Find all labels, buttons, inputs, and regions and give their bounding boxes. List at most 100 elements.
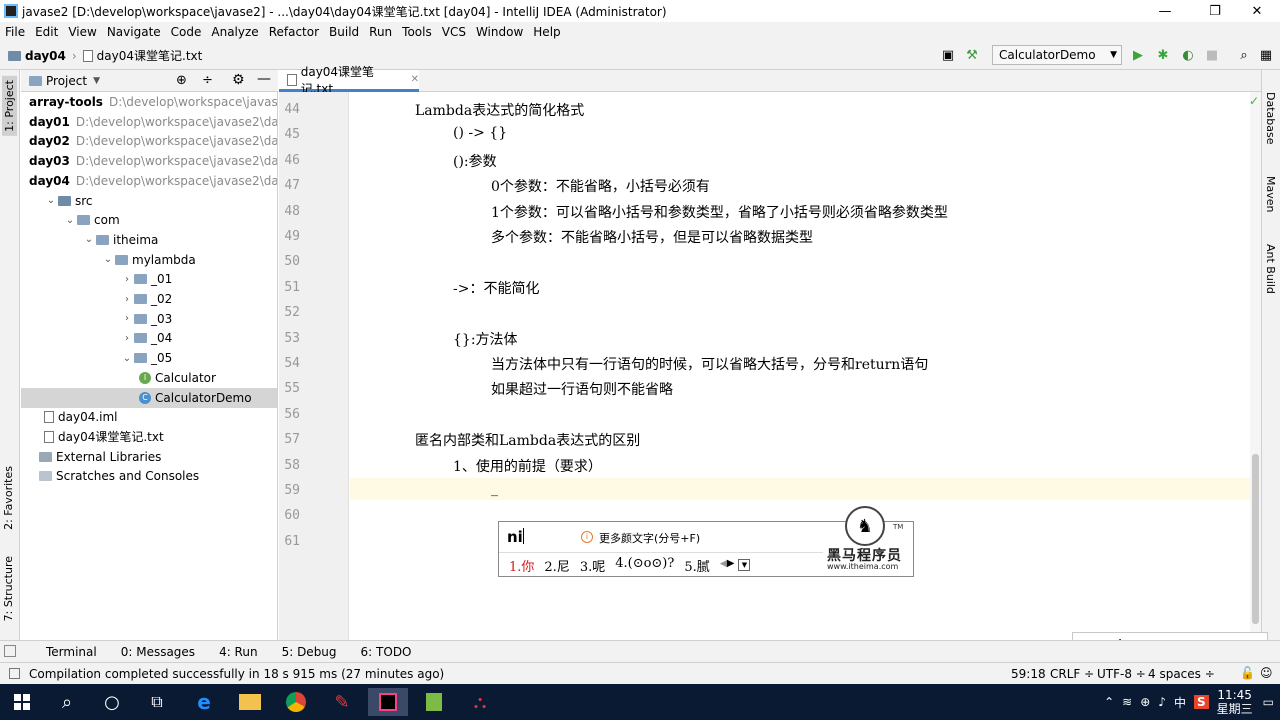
tab-favorites[interactable]: 2: Favorites: [2, 466, 15, 530]
volume-icon[interactable]: ♪: [1158, 695, 1166, 709]
search-icon[interactable]: ⌕: [47, 688, 87, 716]
expand-icon[interactable]: ▼: [738, 559, 751, 571]
tab-ant-build[interactable]: Ant Build: [1264, 244, 1277, 294]
tree-item[interactable]: day04课堂笔记.txt: [21, 427, 277, 447]
tree-item[interactable]: day03 D:\develop\workspace\javase2\day03: [21, 151, 277, 171]
tab-day04-notes[interactable]: day04课堂笔记.txt ✕: [279, 65, 419, 96]
chevron-right-icon[interactable]: ›: [120, 294, 134, 305]
tree-item[interactable]: › _04: [21, 328, 277, 348]
tree-item[interactable]: ⌄ src: [21, 191, 277, 211]
tree-item[interactable]: day04.iml: [21, 407, 277, 427]
menu-vcs[interactable]: VCS: [437, 25, 471, 39]
caret-position[interactable]: 59:18: [1011, 667, 1046, 681]
search-icon[interactable]: ⌕: [1236, 47, 1252, 63]
chevron-down-icon[interactable]: ⌄: [63, 215, 77, 226]
tree-item[interactable]: Scratches and Consoles: [21, 466, 277, 486]
scrollbar-thumb[interactable]: [1252, 454, 1259, 624]
chevron-down-icon[interactable]: ⌄: [120, 353, 134, 364]
pdf-icon[interactable]: ⛬: [460, 688, 500, 716]
close-tab-icon[interactable]: ✕: [411, 74, 419, 85]
ime-candidate[interactable]: 1.你: [509, 556, 534, 575]
indent-setting[interactable]: 4 spaces ÷: [1148, 667, 1215, 681]
prev-page-icon[interactable]: ◀: [720, 559, 727, 575]
tree-item[interactable]: ⌄ itheima: [21, 230, 277, 250]
breadcrumb-module[interactable]: day04: [25, 49, 66, 63]
menu-build[interactable]: Build: [324, 25, 364, 39]
menu-view[interactable]: View: [63, 25, 101, 39]
chevron-down-icon[interactable]: ▼: [93, 76, 100, 86]
line-separator[interactable]: CRLF ÷: [1050, 667, 1094, 681]
build-hammer-icon[interactable]: ⚒: [964, 47, 980, 63]
menu-file[interactable]: File: [0, 25, 30, 39]
locate-icon[interactable]: ⊕: [176, 73, 187, 88]
tray-ime-lang[interactable]: 中: [1174, 694, 1186, 711]
tab-messages[interactable]: 0: Messages: [121, 645, 195, 659]
tree-item[interactable]: day04 D:\develop\workspace\javase2\day04: [21, 171, 277, 191]
menu-navigate[interactable]: Navigate: [102, 25, 166, 39]
chevron-right-icon[interactable]: ›: [120, 333, 134, 344]
chevron-down-icon[interactable]: ⌄: [44, 195, 58, 206]
tab-maven[interactable]: Maven: [1264, 176, 1277, 212]
run-icon[interactable]: ▶: [1130, 47, 1146, 63]
grid-icon[interactable]: ▦: [1258, 47, 1274, 63]
notifications-icon[interactable]: ▭: [1263, 695, 1274, 709]
tree-item[interactable]: I Calculator: [21, 368, 277, 388]
notepad-icon[interactable]: [414, 688, 454, 716]
ime-candidate[interactable]: 5.腻: [684, 556, 709, 575]
run-config-select[interactable]: CalculatorDemo ▼: [992, 45, 1122, 65]
project-structure-icon[interactable]: ▣: [940, 47, 956, 63]
lock-icon[interactable]: 🔓: [1240, 666, 1255, 680]
tree-item[interactable]: › _03: [21, 309, 277, 329]
tree-item[interactable]: External Libraries: [21, 447, 277, 467]
chrome-icon[interactable]: [276, 688, 316, 716]
tree-item[interactable]: ⌄ mylambda: [21, 250, 277, 270]
windows-start-icon[interactable]: [2, 688, 42, 716]
close-button[interactable]: ✕: [1234, 0, 1280, 22]
chevron-right-icon[interactable]: ›: [120, 313, 134, 324]
ime-candidate[interactable]: 3.呢: [580, 556, 605, 575]
chevron-right-icon[interactable]: ›: [120, 274, 134, 285]
wifi-icon[interactable]: ≋: [1122, 695, 1132, 709]
show-hidden-icon[interactable]: ⌃: [1104, 695, 1114, 709]
gear-icon[interactable]: ⚙: [232, 72, 245, 88]
collapse-icon[interactable]: ÷: [202, 73, 213, 88]
tab-todo[interactable]: 6: TODO: [361, 645, 412, 659]
menu-tools[interactable]: Tools: [397, 25, 437, 39]
tree-item[interactable]: ⌄ com: [21, 210, 277, 230]
cortana-icon[interactable]: ○: [92, 688, 132, 716]
intellij-icon[interactable]: [368, 688, 408, 716]
breadcrumb-file[interactable]: day04课堂笔记.txt: [97, 47, 203, 64]
next-page-icon[interactable]: ▶: [727, 558, 735, 575]
coverage-icon[interactable]: ◐: [1180, 47, 1196, 63]
network-icon[interactable]: ⊕: [1140, 695, 1150, 709]
tree-item[interactable]: array-tools D:\develop\workspace\javase2\…: [21, 92, 277, 112]
tab-debug[interactable]: 5: Debug: [282, 645, 337, 659]
vertical-scrollbar[interactable]: [1250, 92, 1261, 640]
tab-run[interactable]: 4: Run: [219, 645, 258, 659]
inspector-icon[interactable]: ☺: [1260, 666, 1273, 680]
menu-run[interactable]: Run: [364, 25, 397, 39]
menu-code[interactable]: Code: [166, 25, 207, 39]
tab-terminal[interactable]: Terminal: [46, 645, 97, 659]
hide-icon[interactable]: —: [257, 71, 271, 87]
tree-item[interactable]: C CalculatorDemo: [21, 387, 277, 408]
debug-icon[interactable]: ✱: [1155, 47, 1171, 63]
menu-refactor[interactable]: Refactor: [264, 25, 324, 39]
menu-analyze[interactable]: Analyze: [206, 25, 263, 39]
file-explorer-icon[interactable]: [230, 688, 270, 716]
ime-candidate[interactable]: 2.尼: [544, 556, 569, 575]
app-icon[interactable]: ✎: [322, 688, 362, 716]
tree-item[interactable]: › _01: [21, 269, 277, 289]
menu-window[interactable]: Window: [471, 25, 528, 39]
tree-item[interactable]: day01 D:\develop\workspace\javase2\day01: [21, 112, 277, 132]
status-toggle-icon[interactable]: [9, 668, 20, 679]
ime-candidate[interactable]: 4.(⊙o⊙)?: [615, 556, 674, 575]
file-encoding[interactable]: UTF-8 ÷: [1097, 667, 1146, 681]
stop-icon[interactable]: ■: [1204, 47, 1220, 63]
minimize-button[interactable]: —: [1142, 0, 1188, 22]
task-view-icon[interactable]: ⧉: [137, 688, 177, 716]
tree-item[interactable]: ⌄ _05: [21, 348, 277, 368]
tab-structure[interactable]: 7: Structure: [2, 556, 15, 621]
project-panel-title[interactable]: Project: [46, 74, 87, 88]
tab-database[interactable]: Database: [1264, 92, 1277, 145]
